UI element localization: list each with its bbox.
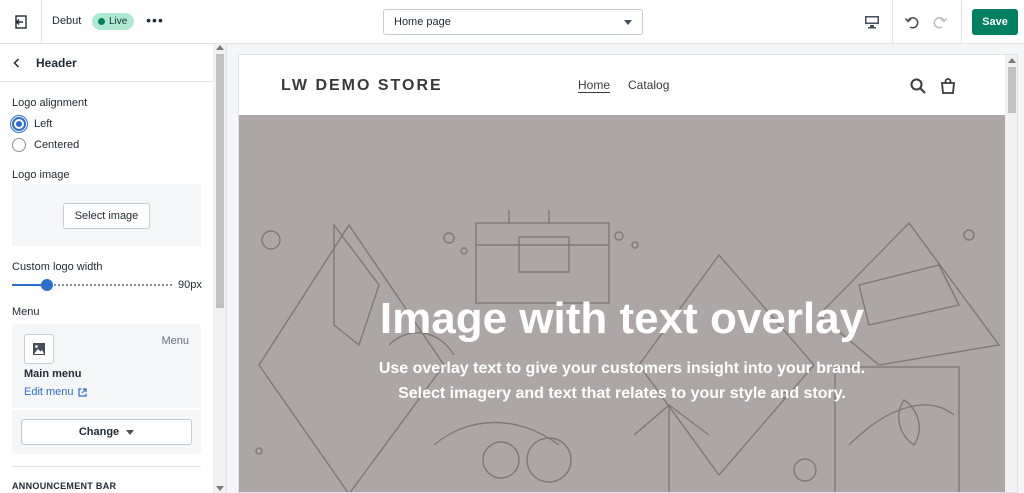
hero-text: Use overlay text to give your customers … bbox=[378, 360, 866, 402]
menu-thumbnail bbox=[24, 334, 54, 364]
back-arrow-icon[interactable] bbox=[12, 57, 22, 68]
radio-left[interactable] bbox=[12, 117, 26, 131]
toolbar-divider bbox=[961, 0, 962, 44]
logo-width-value: 90px bbox=[178, 279, 202, 291]
settings-sidebar: Header Logo alignment Left Centered Logo… bbox=[0, 44, 227, 493]
change-menu-button[interactable]: Change bbox=[21, 419, 192, 445]
redo-button[interactable] bbox=[928, 11, 952, 33]
logo-alignment-centered-option[interactable]: Centered bbox=[12, 138, 79, 152]
live-status-label: Live bbox=[109, 16, 128, 27]
logo-image-picker: Select image bbox=[12, 184, 201, 246]
logo-width-label: Custom logo width bbox=[12, 261, 103, 273]
page-select-value: Home page bbox=[394, 16, 451, 28]
redo-icon bbox=[933, 17, 948, 29]
logo-width-slider[interactable] bbox=[12, 279, 172, 291]
search-icon[interactable] bbox=[909, 77, 927, 95]
page-select[interactable]: Home page bbox=[383, 9, 643, 35]
radio-centered-label: Centered bbox=[34, 139, 80, 151]
radio-left-label: Left bbox=[34, 118, 53, 130]
preview-scrollbar[interactable] bbox=[1005, 55, 1017, 492]
nav-link-home[interactable]: Home bbox=[578, 78, 610, 92]
next-section-title: ANNOUNCEMENT BAR bbox=[12, 481, 117, 491]
exit-button[interactable] bbox=[0, 0, 42, 44]
exit-icon bbox=[14, 15, 27, 29]
external-link-icon bbox=[77, 387, 87, 397]
hero-title: Image with text overlay bbox=[379, 294, 865, 343]
logo-alignment-label: Logo alignment bbox=[12, 97, 88, 109]
section-title: Header bbox=[36, 55, 77, 70]
menu-name: Main menu bbox=[24, 368, 82, 380]
preview-scroll-thumb[interactable] bbox=[1008, 67, 1016, 113]
sidebar-header: Header bbox=[0, 44, 213, 82]
section-divider bbox=[12, 466, 201, 467]
caret-down-icon bbox=[126, 429, 135, 435]
preview-frame: LW DEMO STORE Home Catalog Image with te… bbox=[238, 54, 1018, 493]
store-preview: LW DEMO STORE Home Catalog Image with te… bbox=[228, 44, 1024, 493]
edit-menu-link[interactable]: Edit menu bbox=[24, 386, 87, 398]
scroll-down-arrow-icon[interactable] bbox=[216, 486, 224, 491]
theme-name: Debut bbox=[52, 15, 82, 27]
live-dot-icon bbox=[98, 18, 105, 25]
store-nav: Home Catalog bbox=[578, 78, 669, 92]
store-header: LW DEMO STORE Home Catalog bbox=[239, 55, 1005, 115]
save-button[interactable]: Save bbox=[972, 9, 1018, 35]
scroll-up-arrow-icon[interactable] bbox=[216, 45, 224, 50]
undo-button[interactable] bbox=[900, 11, 924, 33]
shopping-bag-icon[interactable] bbox=[939, 77, 957, 95]
slider-track-rest bbox=[47, 284, 172, 286]
menu-card: Menu Main menu Edit menu bbox=[12, 324, 201, 408]
top-bar: Debut Live ••• Home page Save bbox=[0, 0, 1024, 44]
sidebar-scroll-thumb[interactable] bbox=[216, 54, 224, 308]
device-preview-button[interactable] bbox=[858, 11, 886, 33]
nav-link-catalog[interactable]: Catalog bbox=[628, 78, 669, 92]
menu-type-tag: Menu bbox=[161, 335, 189, 347]
logo-image-label: Logo image bbox=[12, 169, 70, 181]
select-image-button[interactable]: Select image bbox=[63, 203, 150, 229]
sidebar-scrollbar[interactable] bbox=[213, 44, 226, 493]
toolbar-divider bbox=[892, 0, 893, 44]
undo-icon bbox=[904, 17, 919, 29]
image-icon bbox=[33, 343, 45, 355]
scroll-up-arrow-icon[interactable] bbox=[1008, 58, 1016, 63]
desktop-icon bbox=[865, 16, 879, 29]
logo-alignment-left-option[interactable]: Left bbox=[12, 117, 52, 131]
edit-menu-label: Edit menu bbox=[24, 386, 74, 398]
radio-centered[interactable] bbox=[12, 138, 26, 152]
slider-thumb[interactable] bbox=[41, 279, 54, 291]
change-menu-label: Change bbox=[78, 426, 120, 438]
menu-card-footer: Change bbox=[12, 410, 201, 454]
hero-banner: Image with text overlay Use overlay text… bbox=[239, 115, 1005, 492]
menu-label: Menu bbox=[12, 306, 40, 318]
caret-down-icon bbox=[624, 19, 632, 25]
store-logo[interactable]: LW DEMO STORE bbox=[281, 77, 443, 95]
live-status-badge: Live bbox=[92, 13, 135, 30]
more-actions-button[interactable]: ••• bbox=[143, 12, 167, 32]
